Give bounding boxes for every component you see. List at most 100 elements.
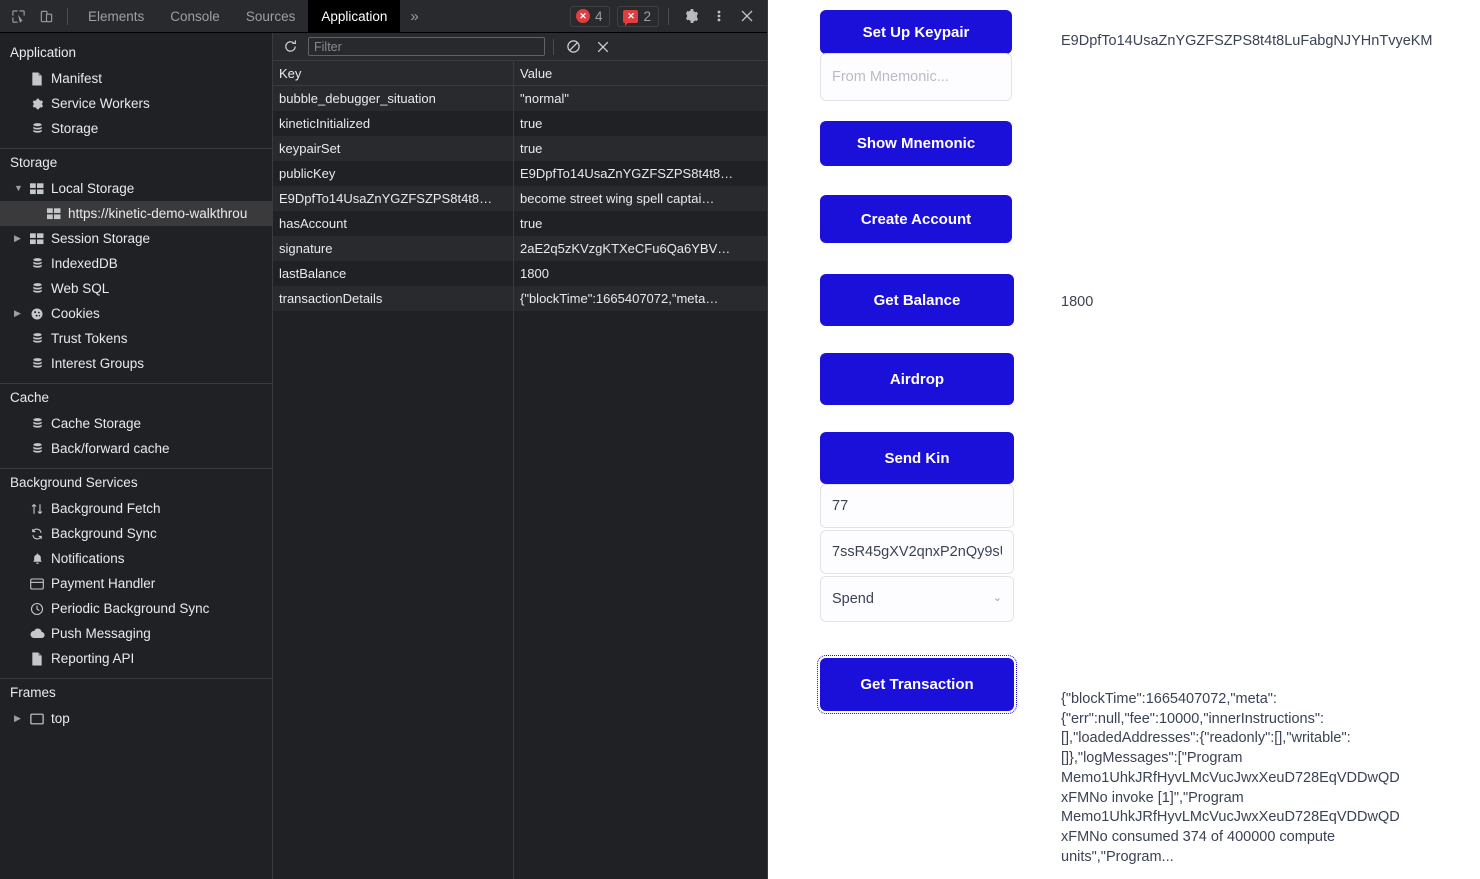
column-header-key[interactable]: Key: [273, 61, 514, 85]
refresh-icon[interactable]: [281, 39, 300, 54]
sidebar-item-push-messaging[interactable]: Push Messaging: [0, 621, 272, 646]
sidebar-item-storage[interactable]: Storage: [0, 116, 272, 141]
balance-output: 1800: [1061, 293, 1261, 313]
more-tabs-button[interactable]: »: [400, 0, 428, 33]
database-icon: [27, 417, 47, 430]
close-icon[interactable]: [733, 3, 761, 29]
sidebar-item-label: Reporting API: [51, 651, 134, 666]
sidebar-item-web-sql[interactable]: Web SQL: [0, 276, 272, 301]
cell-key[interactable]: signature: [273, 236, 514, 261]
error-count-badge[interactable]: ✕ 4: [570, 6, 611, 27]
cell-value[interactable]: [514, 311, 767, 336]
column-header-value[interactable]: Value: [514, 61, 767, 85]
cell-key[interactable]: E9DpfTo14UsaZnYGZFSZPS8t4t8…: [273, 186, 514, 211]
transaction-type-select[interactable]: [820, 576, 1014, 622]
cell-key[interactable]: kineticInitialized: [273, 111, 514, 136]
airdrop-button[interactable]: Airdrop: [820, 353, 1014, 405]
table-icon: [27, 183, 47, 195]
cell-value[interactable]: true: [514, 111, 767, 136]
sidebar-item-https-kinetic-demo-walkthrou[interactable]: https://kinetic-demo-walkthrou: [0, 201, 272, 226]
from-mnemonic-input[interactable]: [820, 53, 1012, 101]
cell-key[interactable]: hasAccount: [273, 211, 514, 236]
table-row[interactable]: [273, 311, 767, 336]
sidebar-item-cache-storage[interactable]: Cache Storage: [0, 411, 272, 436]
table-header-row: Key Value: [273, 61, 767, 86]
table-row[interactable]: hasAccounttrue: [273, 211, 767, 236]
show-mnemonic-button[interactable]: Show Mnemonic: [820, 121, 1012, 166]
sidebar-item-manifest[interactable]: Manifest: [0, 66, 272, 91]
database-icon: [27, 442, 47, 455]
chevron-right-icon[interactable]: ▶: [14, 234, 27, 243]
cell-key[interactable]: transactionDetails: [273, 286, 514, 311]
create-account-button[interactable]: Create Account: [820, 195, 1012, 243]
sidebar-item-background-fetch[interactable]: Background Fetch: [0, 496, 272, 521]
table-row[interactable]: E9DpfTo14UsaZnYGZFSZPS8t4t8…become stree…: [273, 186, 767, 211]
sidebar-item-reporting-api[interactable]: Reporting API: [0, 646, 272, 671]
cell-value[interactable]: true: [514, 136, 767, 161]
gear-icon[interactable]: [677, 3, 705, 29]
sidebar-section-title: Cache: [0, 384, 272, 411]
cell-value[interactable]: E9DpfTo14UsaZnYGZFSZPS8t4t8…: [514, 161, 767, 186]
sidebar-item-session-storage[interactable]: ▶Session Storage: [0, 226, 272, 251]
tab-console[interactable]: Console: [157, 0, 233, 33]
table-row[interactable]: kineticInitializedtrue: [273, 111, 767, 136]
sidebar-item-interest-groups[interactable]: Interest Groups: [0, 351, 272, 376]
sidebar-item-service-workers[interactable]: Service Workers: [0, 91, 272, 116]
filter-input[interactable]: [308, 37, 545, 56]
cell-value[interactable]: true: [514, 211, 767, 236]
setup-keypair-button[interactable]: Set Up Keypair: [820, 10, 1012, 54]
inspect-cursor-icon[interactable]: [4, 3, 32, 29]
cell-key[interactable]: keypairSet: [273, 136, 514, 161]
tab-application[interactable]: Application: [308, 0, 400, 33]
tab-sources[interactable]: Sources: [233, 0, 309, 33]
table-row[interactable]: transactionDetails{"blockTime":166540707…: [273, 286, 767, 311]
table-row[interactable]: bubble_debugger_situation"normal": [273, 86, 767, 111]
cell-key[interactable]: [273, 311, 514, 336]
sidebar-item-payment-handler[interactable]: Payment Handler: [0, 571, 272, 596]
sidebar-item-periodic-background-sync[interactable]: Periodic Background Sync: [0, 596, 272, 621]
cell-value[interactable]: 2aE2q5zKVzgKTXeCFu6Qa6YBV…: [514, 236, 767, 261]
cell-key[interactable]: bubble_debugger_situation: [273, 86, 514, 111]
no-entry-icon[interactable]: [562, 39, 584, 54]
gear-icon: [27, 97, 47, 111]
sidebar-item-label: Web SQL: [51, 281, 109, 296]
sidebar-item-notifications[interactable]: Notifications: [0, 546, 272, 571]
send-kin-button[interactable]: Send Kin: [820, 432, 1014, 484]
chevron-down-icon[interactable]: ▼: [14, 184, 27, 193]
get-balance-button[interactable]: Get Balance: [820, 274, 1014, 326]
amount-input[interactable]: [820, 484, 1014, 528]
sidebar-item-indexeddb[interactable]: IndexedDB: [0, 251, 272, 276]
chevron-right-icon[interactable]: ▶: [14, 714, 27, 723]
warning-count-badge[interactable]: ✕ 2: [617, 6, 659, 27]
destination-input[interactable]: [820, 530, 1014, 574]
sidebar-item-back-forward-cache[interactable]: Back/forward cache: [0, 436, 272, 461]
table-row[interactable]: keypairSettrue: [273, 136, 767, 161]
sidebar-item-background-sync[interactable]: Background Sync: [0, 521, 272, 546]
table-row[interactable]: signature2aE2q5zKVzgKTXeCFu6Qa6YBV…: [273, 236, 767, 261]
storage-toolbar: [273, 33, 767, 61]
database-icon: [27, 332, 47, 345]
cell-value[interactable]: 1800: [514, 261, 767, 286]
web-page-area: Set Up Keypair Show Mnemonic Create Acco…: [768, 0, 1480, 879]
delete-selected-icon[interactable]: [592, 40, 614, 54]
kebab-menu-icon[interactable]: [705, 3, 733, 29]
table-empty-key-col: [273, 336, 514, 879]
sidebar-item-local-storage[interactable]: ▼Local Storage: [0, 176, 272, 201]
sidebar-item-top[interactable]: ▶top: [0, 706, 272, 731]
table-row[interactable]: lastBalance1800: [273, 261, 767, 286]
cell-value[interactable]: become street wing spell captai…: [514, 186, 767, 211]
tab-elements[interactable]: Elements: [75, 0, 157, 33]
cell-value[interactable]: "normal": [514, 86, 767, 111]
table-row[interactable]: publicKeyE9DpfTo14UsaZnYGZFSZPS8t4t8…: [273, 161, 767, 186]
cell-key[interactable]: lastBalance: [273, 261, 514, 286]
cell-key[interactable]: publicKey: [273, 161, 514, 186]
get-transaction-button[interactable]: Get Transaction: [820, 658, 1014, 711]
message-bubble-icon: ✕: [623, 10, 638, 23]
sidebar-item-cookies[interactable]: ▶Cookies: [0, 301, 272, 326]
sidebar-section-title: Storage: [0, 149, 272, 176]
cell-value[interactable]: {"blockTime":1665407072,"meta…: [514, 286, 767, 311]
application-sidebar[interactable]: ApplicationManifestService WorkersStorag…: [0, 33, 273, 879]
device-toolbar-icon[interactable]: [32, 3, 60, 29]
sidebar-item-trust-tokens[interactable]: Trust Tokens: [0, 326, 272, 351]
chevron-right-icon[interactable]: ▶: [14, 309, 27, 318]
